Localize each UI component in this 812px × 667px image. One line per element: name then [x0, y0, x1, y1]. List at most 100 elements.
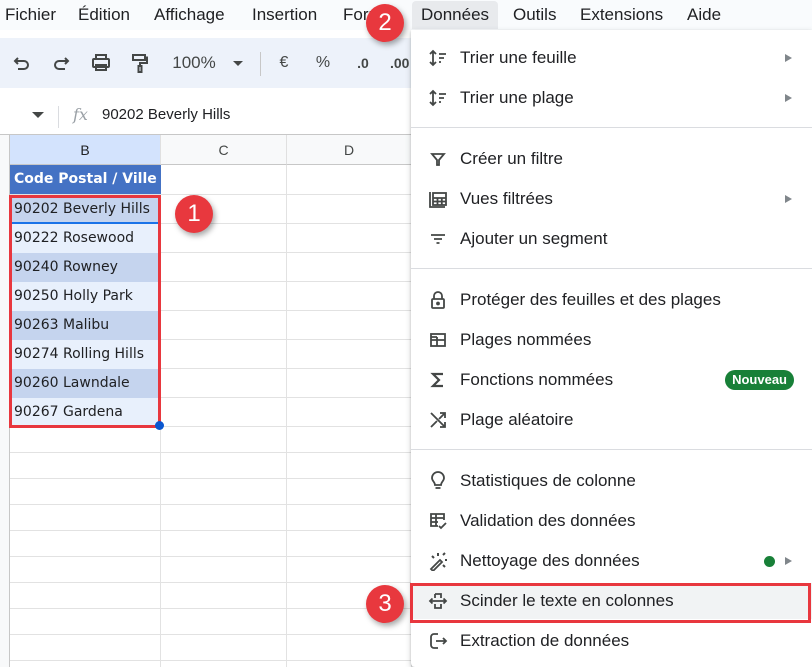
print-button[interactable] [88, 38, 114, 88]
donnees-menu: Trier une feuille Trier une plage Créer … [411, 30, 812, 667]
menu-item-label: Fonctions nommées [460, 370, 614, 389]
menu-item-data-extraction[interactable]: Extraction de données [411, 623, 812, 659]
lock-icon [427, 289, 449, 311]
gridline [286, 165, 287, 667]
menu-item-label: Scinder le texte en colonnes [460, 591, 674, 610]
menu-outils[interactable]: Outils [508, 1, 561, 29]
decrease-decimals-label: .0 [357, 55, 369, 71]
menu-item-add-slicer[interactable]: Ajouter un segment [411, 221, 812, 257]
decrease-decimals-button[interactable]: .0 [350, 38, 376, 88]
formula-input[interactable]: 90202 Beverly Hills [102, 106, 230, 123]
submenu-arrow-icon [785, 195, 792, 203]
menu-item-label: Plages nommées [460, 330, 592, 349]
menu-bar: Fichier Édition Affichage Insertion Form… [0, 0, 812, 30]
menu-item-label: Ajouter un segment [460, 229, 608, 248]
sort-icon [427, 47, 449, 69]
menu-separator [411, 449, 812, 450]
step-badge-3: 3 [366, 585, 404, 623]
menu-fichier[interactable]: Fichier [0, 1, 61, 29]
menu-item-label: Plage aléatoire [460, 410, 574, 429]
caret-down-icon [233, 60, 243, 66]
menu-item-label: Statistiques de colonne [460, 471, 636, 490]
menu-item-label: Nettoyage des données [460, 551, 640, 570]
menu-item-column-stats[interactable]: Statistiques de colonne [411, 463, 812, 499]
cell-b3[interactable]: 90222 Rosewood [10, 224, 161, 253]
column-header-c[interactable]: C [161, 135, 287, 165]
undo-button[interactable] [10, 38, 34, 88]
shuffle-icon [427, 409, 449, 431]
menu-item-data-validation[interactable]: Validation des données [411, 503, 812, 539]
fx-icon: fx [73, 105, 88, 124]
menu-item-label: Vues filtrées [460, 189, 553, 208]
zoom-dropdown-caret[interactable] [230, 38, 246, 88]
new-badge: Nouveau [725, 370, 794, 390]
cell-b9[interactable]: 90267 Gardena [10, 398, 161, 427]
step-badge-1: 1 [175, 195, 213, 233]
fill-handle[interactable] [155, 421, 164, 430]
status-dot [764, 555, 775, 567]
menu-item-sort-range[interactable]: Trier une plage [411, 80, 812, 116]
paint-format-button[interactable] [128, 38, 152, 88]
paint-format-icon [132, 54, 148, 73]
menu-donnees[interactable]: Données [412, 1, 499, 29]
menu-item-randomize-range[interactable]: Plage aléatoire [411, 402, 812, 438]
menu-item-label: Validation des données [460, 511, 636, 530]
step-badge-2: 2 [366, 4, 404, 42]
menu-item-sort-sheet[interactable]: Trier une feuille [411, 40, 812, 76]
menu-item-label: Trier une plage [460, 88, 574, 107]
name-box-dropdown-icon[interactable] [32, 112, 44, 118]
toolbar-separator [260, 52, 261, 76]
menu-separator [411, 268, 812, 269]
menu-affichage[interactable]: Affichage [149, 1, 230, 29]
menu-item-create-filter[interactable]: Créer un filtre [411, 141, 812, 177]
lightbulb-icon [427, 470, 449, 492]
sort-icon [427, 87, 449, 109]
slicer-icon [427, 228, 449, 250]
menu-item-named-functions[interactable]: Fonctions nommées Nouveau [411, 362, 812, 398]
magic-wand-icon [427, 550, 449, 572]
increase-decimals-label: .00 [390, 55, 410, 71]
menu-edition[interactable]: Édition [73, 1, 135, 29]
menu-separator [411, 127, 812, 128]
submenu-arrow-icon [785, 94, 792, 102]
menu-item-label: Trier une feuille [460, 48, 577, 67]
menu-item-split-text-to-columns[interactable]: Scinder le texte en colonnes [411, 583, 812, 619]
filter-views-icon [427, 188, 449, 210]
column-header-d[interactable]: D [287, 135, 412, 165]
submenu-arrow-icon [785, 557, 792, 565]
menu-item-data-cleanup[interactable]: Nettoyage des données [411, 543, 812, 579]
row-headers[interactable] [0, 135, 10, 667]
cell-b8[interactable]: 90260 Lawndale [10, 369, 161, 398]
formula-bar-separator [58, 106, 59, 128]
currency-format-button[interactable]: € [274, 38, 294, 88]
menu-item-label: Extraction de données [460, 631, 630, 650]
cell-b5[interactable]: 90250 Holly Park [10, 282, 161, 311]
cell-b6[interactable]: 90263 Malibu [10, 311, 161, 340]
cell-b4[interactable]: 90240 Rowney [10, 253, 161, 282]
extract-icon [427, 630, 449, 652]
data-validation-icon [427, 510, 449, 532]
filter-icon [427, 148, 449, 170]
undo-icon [13, 57, 29, 70]
cell-b1-header[interactable]: Code Postal / Ville [10, 165, 161, 194]
menu-extensions[interactable]: Extensions [575, 1, 668, 29]
menu-item-label: Protéger des feuilles et des plages [460, 290, 721, 309]
submenu-arrow-icon [785, 54, 792, 62]
menu-item-protect-sheets[interactable]: Protéger des feuilles et des plages [411, 282, 812, 318]
split-columns-icon [427, 590, 449, 612]
named-ranges-icon [427, 329, 449, 351]
menu-aide[interactable]: Aide [682, 1, 726, 29]
menu-item-named-ranges[interactable]: Plages nommées [411, 322, 812, 358]
cell-b7[interactable]: 90274 Rolling Hills [10, 340, 161, 369]
print-icon [92, 54, 110, 71]
column-header-b[interactable]: B [10, 135, 161, 165]
percent-format-button[interactable]: % [313, 38, 333, 88]
zoom-select[interactable]: 100% [168, 38, 220, 88]
menu-item-filter-views[interactable]: Vues filtrées [411, 181, 812, 217]
menu-insertion[interactable]: Insertion [247, 1, 322, 29]
redo-icon [54, 57, 70, 70]
cell-b2[interactable]: 90202 Beverly Hills [10, 195, 161, 224]
sigma-icon [427, 369, 449, 391]
menu-item-label: Créer un filtre [460, 149, 563, 168]
redo-button[interactable] [49, 38, 73, 88]
